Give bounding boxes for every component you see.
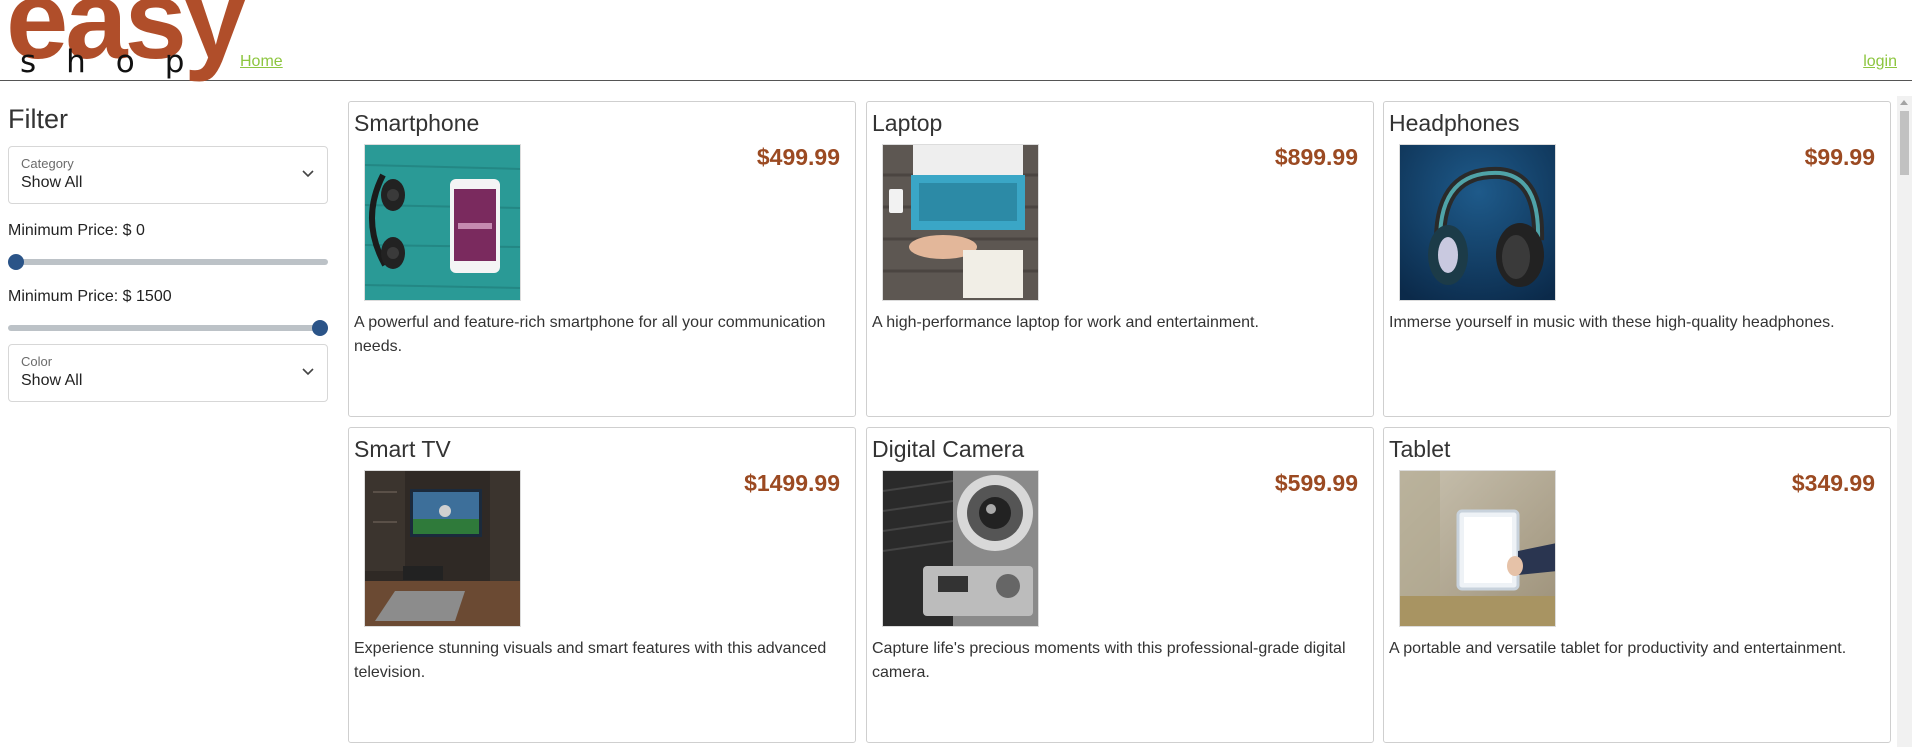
scrollbar-thumb[interactable]	[1900, 111, 1909, 175]
page-scrollbar[interactable]	[1897, 96, 1912, 747]
min-price-slider-thumb[interactable]	[8, 254, 24, 270]
product-description: A high-performance laptop for work and e…	[872, 314, 1259, 331]
min-price-slider[interactable]	[8, 254, 328, 270]
filter-sidebar: Filter Category Show All Minimum Price: …	[8, 100, 328, 402]
product-card[interactable]: Headphones $99.99 Immerse yourself in mu…	[1383, 101, 1891, 417]
site-header: easy shop Home login	[0, 0, 1912, 81]
max-price-slider-track	[8, 325, 328, 331]
camera-photo[interactable]	[882, 470, 1039, 627]
product-description: Immerse yourself in music with these hig…	[1389, 314, 1835, 331]
category-select-label: Category	[21, 156, 74, 171]
product-price: $349.99	[1791, 470, 1875, 496]
color-select[interactable]: Color Show All	[8, 344, 328, 402]
nav-home-link[interactable]: Home	[240, 53, 283, 71]
product-name: Smart TV	[354, 436, 451, 462]
filter-title: Filter	[8, 104, 68, 134]
product-description: A powerful and feature-rich smartphone f…	[354, 314, 826, 355]
product-description: A portable and versatile tablet for prod…	[1389, 640, 1847, 657]
easy-shop-logo[interactable]: easy shop	[6, 0, 246, 80]
product-price: $499.99	[756, 144, 840, 170]
tablet-photo[interactable]	[1399, 470, 1556, 627]
min-price-label: Minimum Price: $ 0	[8, 222, 145, 239]
product-grid: Smartphone $499.99 A powerful and featur…	[348, 101, 1891, 747]
product-price: $99.99	[1804, 144, 1875, 170]
logo-wordmark-shop: shop	[20, 44, 215, 80]
product-card[interactable]: Smart TV $1499.99 Experience stunning vi…	[348, 427, 856, 743]
product-description: Capture life's precious moments with thi…	[872, 640, 1346, 681]
min-price-slider-track	[8, 259, 328, 265]
max-price-slider-thumb[interactable]	[312, 320, 328, 336]
max-price-slider[interactable]	[8, 320, 328, 336]
product-description: Experience stunning visuals and smart fe…	[354, 640, 827, 681]
color-select-label: Color	[21, 354, 53, 369]
product-name: Smartphone	[354, 110, 480, 136]
category-select-value: Show All	[21, 174, 83, 191]
laptop-photo[interactable]	[882, 144, 1039, 301]
product-price: $1499.99	[744, 470, 840, 496]
product-card[interactable]: Laptop $899.99 A high-performance laptop…	[866, 101, 1374, 417]
product-name: Headphones	[1389, 110, 1520, 136]
smartphone-photo[interactable]	[364, 144, 521, 301]
chevron-down-icon	[302, 170, 314, 178]
category-select[interactable]: Category Show All	[8, 146, 328, 204]
product-card[interactable]: Digital Camera $599.99 Capture life's pr…	[866, 427, 1374, 743]
nav-login-link[interactable]: login	[1863, 53, 1897, 71]
product-name: Digital Camera	[872, 436, 1025, 462]
color-select-value: Show All	[21, 372, 83, 389]
product-price: $899.99	[1274, 144, 1358, 170]
max-price-label: Minimum Price: $ 1500	[8, 288, 172, 305]
product-card[interactable]: Tablet $349.99 A portable and versatile …	[1383, 427, 1891, 743]
scroll-up-arrow-icon[interactable]	[1900, 100, 1908, 105]
product-name: Tablet	[1389, 436, 1451, 462]
product-name: Laptop	[872, 110, 943, 136]
chevron-down-icon	[302, 368, 314, 376]
headphones-photo[interactable]	[1399, 144, 1556, 301]
product-price: $599.99	[1274, 470, 1358, 496]
smart-tv-photo[interactable]	[364, 470, 521, 627]
product-card[interactable]: Smartphone $499.99 A powerful and featur…	[348, 101, 856, 417]
